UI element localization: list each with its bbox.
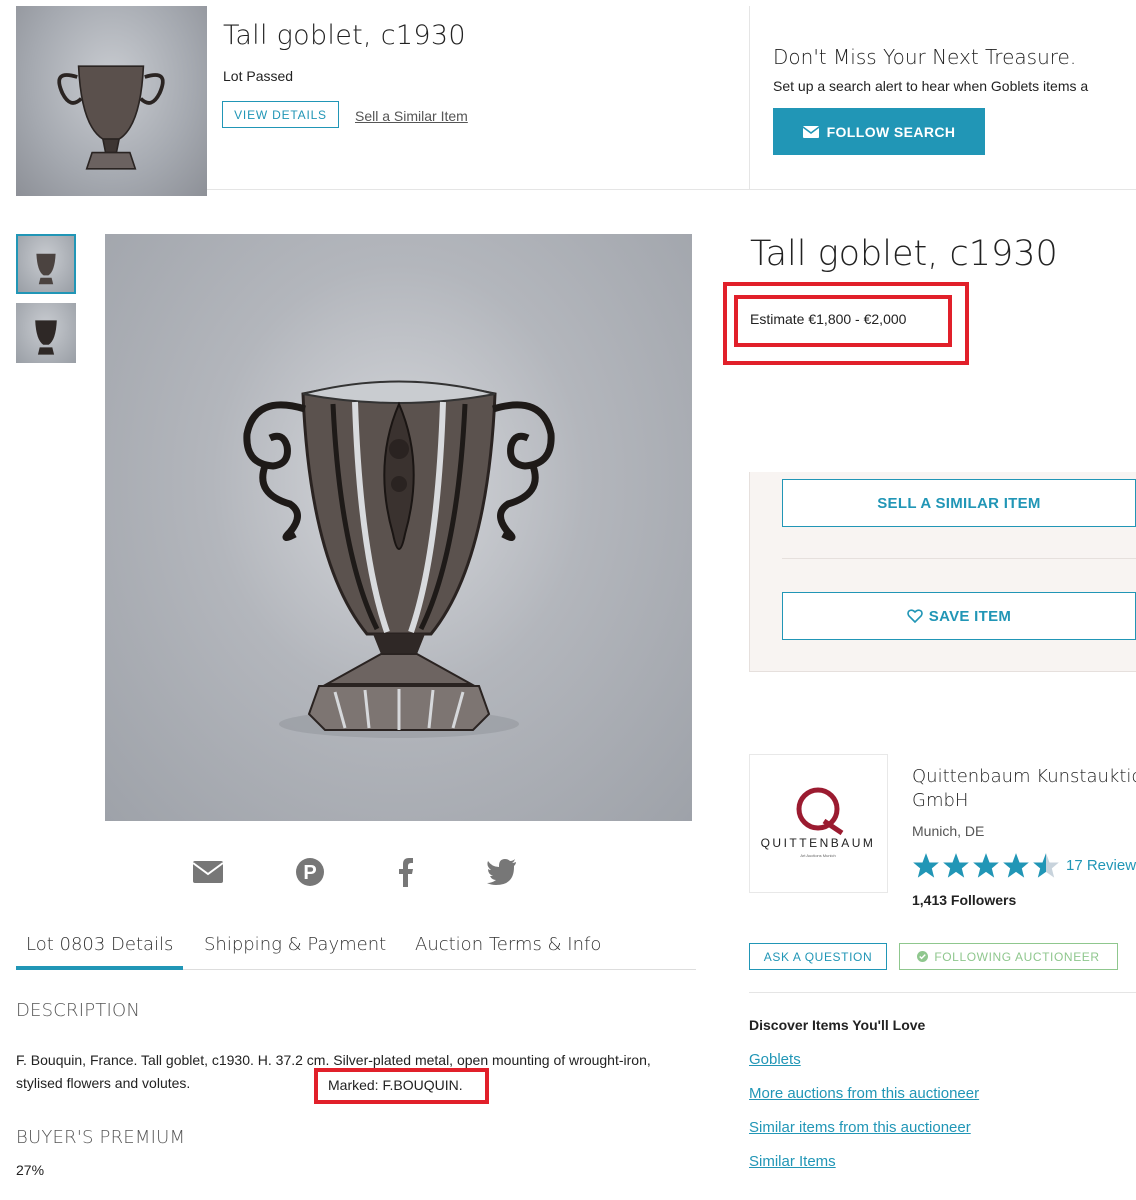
gallery-thumbnail-1[interactable] <box>16 234 76 294</box>
facebook-share-icon[interactable] <box>386 852 426 892</box>
banner-item-thumbnail[interactable] <box>16 6 207 196</box>
follow-search-button[interactable]: FOLLOW SEARCH <box>773 108 985 155</box>
email-share-icon[interactable] <box>188 852 228 892</box>
gallery-thumbnail-2[interactable] <box>16 303 76 363</box>
ask-question-button[interactable]: ASK A QUESTION <box>749 943 887 970</box>
heart-icon <box>906 609 923 623</box>
rating-stars <box>912 850 1060 882</box>
banner-bottom-divider <box>207 189 1136 190</box>
envelope-icon <box>802 125 819 138</box>
banner-title: Tall goblet, c1930 <box>223 20 466 51</box>
sell-similar-link[interactable]: Sell a Similar Item <box>355 108 468 124</box>
pinterest-share-icon[interactable]: P <box>290 852 330 892</box>
discover-link-goblets[interactable]: Goblets <box>749 1051 801 1068</box>
item-title: Tall goblet, c1930 <box>750 234 1058 274</box>
save-item-button[interactable]: SAVE ITEM <box>782 592 1136 640</box>
marked-text: Marked: F.BOUQUIN. <box>328 1077 463 1093</box>
save-item-label: SAVE ITEM <box>928 607 1012 625</box>
banner-divider <box>749 6 750 190</box>
auctioneer-name[interactable]: Quittenbaum Kunstauktion GmbH <box>912 765 1136 813</box>
star-icon <box>913 853 939 878</box>
reviews-link[interactable]: 17 Review <box>1066 857 1136 874</box>
discover-link-similar-auctioneer[interactable]: Similar items from this auctioneer <box>749 1119 971 1136</box>
star-half-icon <box>1033 853 1059 878</box>
star-icon <box>943 853 969 878</box>
follow-search-label: FOLLOW SEARCH <box>826 123 956 140</box>
details-tabs: Lot 0803 Details Shipping & Payment Auct… <box>16 930 696 970</box>
discover-heading: Discover Items You'll Love <box>749 1017 926 1033</box>
auctioneer-logo[interactable]: QUITTENBAUM Art Auctions Munich <box>749 754 888 893</box>
tab-auction-terms[interactable]: Auction Terms & Info <box>415 930 601 969</box>
svg-text:P: P <box>303 862 316 884</box>
check-circle-icon <box>917 951 929 962</box>
sell-similar-item-label: SELL A SIMILAR ITEM <box>877 494 1041 512</box>
logo-wordmark: QUITTENBAUM <box>761 836 876 850</box>
lot-status: Lot Passed <box>223 68 294 84</box>
marked-highlight: Marked: F.BOUQUIN. <box>314 1068 489 1104</box>
twitter-share-icon[interactable] <box>482 852 522 892</box>
buyers-premium-heading: BUYER'S PREMIUM <box>16 1127 186 1148</box>
logo-tagline: Art Auctions Munich <box>800 853 835 858</box>
auctioneer-name-line2: GmbH <box>912 790 969 811</box>
following-auctioneer-label: FOLLOWING AUCTIONEER <box>934 949 1100 964</box>
tab-lot-details[interactable]: Lot 0803 Details <box>16 930 183 970</box>
discover-link-similar-items[interactable]: Similar Items <box>749 1153 836 1170</box>
following-auctioneer-button[interactable]: FOLLOWING AUCTIONEER <box>899 943 1118 970</box>
buyers-premium-value: 27% <box>16 1162 45 1178</box>
followers-count: 1,413 Followers <box>912 892 1017 908</box>
view-details-button[interactable]: VIEW DETAILS <box>222 101 339 128</box>
estimate-text: Estimate €1,800 - €2,000 <box>750 311 907 327</box>
tab-shipping-payment[interactable]: Shipping & Payment <box>204 930 386 969</box>
search-alert-title: Don't Miss Your Next Treasure. <box>773 45 1077 69</box>
auctioneer-location: Munich, DE <box>912 823 985 839</box>
discover-link-more-auctions[interactable]: More auctions from this auctioneer <box>749 1085 979 1102</box>
star-icon <box>1003 853 1029 878</box>
action-divider <box>782 558 1136 559</box>
search-alert-subtitle: Set up a search alert to hear when Goble… <box>773 78 1089 94</box>
right-divider <box>749 992 1136 993</box>
auctioneer-name-line1: Quittenbaum Kunstauktion <box>912 766 1136 787</box>
sell-similar-item-button[interactable]: SELL A SIMILAR ITEM <box>782 479 1136 527</box>
star-icon <box>973 853 999 878</box>
description-heading: DESCRIPTION <box>16 1000 141 1021</box>
main-item-image[interactable] <box>105 234 692 821</box>
